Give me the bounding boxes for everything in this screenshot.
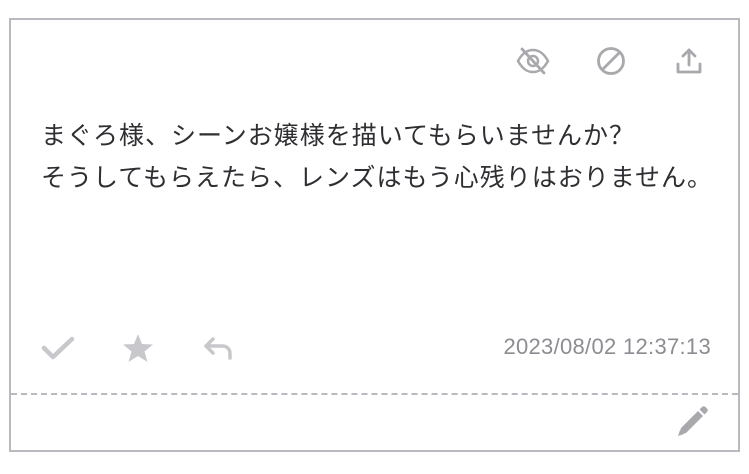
reply-icon [204,337,232,360]
post-top-actions [514,42,708,80]
block-icon [597,47,625,75]
post-bottom-actions [39,329,237,367]
check-icon [41,336,75,360]
hide-button[interactable] [514,42,552,80]
pencil-icon [678,406,708,436]
upload-icon [676,48,702,74]
reply-button[interactable] [199,329,237,367]
star-icon [123,334,153,362]
mark-read-button[interactable] [39,329,77,367]
card-divider [11,393,738,395]
post-message: まぐろ様、シーンお嬢様を描いてもらいませんか？ そうしてもらえたら、レンズはもう… [41,121,714,192]
post-card: まぐろ様、シーンお嬢様を描いてもらいませんか？ そうしてもらえたら、レンズはもう… [9,18,740,452]
share-button[interactable] [670,42,708,80]
post-timestamp: 2023/08/02 12:37:13 [503,334,711,359]
block-button[interactable] [592,42,630,80]
eye-off-icon [516,47,550,75]
favorite-button[interactable] [119,329,157,367]
edit-button[interactable] [672,404,710,442]
